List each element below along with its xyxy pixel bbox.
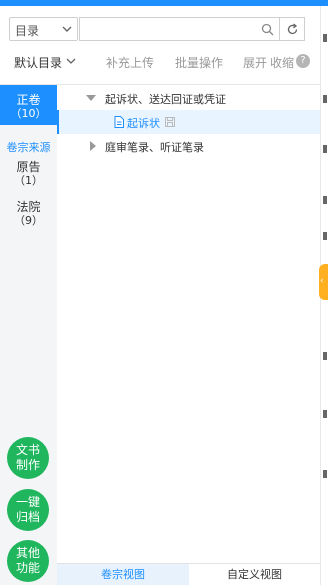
- chevron-down-icon[interactable]: [66, 57, 76, 65]
- directory-tree: 起诉状、送达回证或凭证 起诉状 庭审笔录、听证笔录: [57, 85, 320, 563]
- search-icon[interactable]: [261, 23, 274, 36]
- edge-text-fragment: [323, 34, 327, 42]
- other-functions-button[interactable]: 其他 功能: [7, 540, 49, 582]
- fab-label-line2: 制作: [15, 458, 40, 472]
- edge-text-fragment: [323, 95, 327, 103]
- one-click-archive-button[interactable]: 一键 归档: [7, 489, 49, 531]
- tab-volume-view[interactable]: 卷宗视图: [57, 564, 189, 585]
- tree-node-label: 庭审笔录、听证笔录: [105, 141, 204, 154]
- sidebar-item-count: （10）: [10, 107, 47, 120]
- side-panel-handle[interactable]: ‹: [319, 264, 328, 300]
- selection-indicator: [57, 110, 59, 134]
- edge-text-fragment: [323, 196, 327, 204]
- document-create-button[interactable]: 文书 制作: [7, 437, 49, 479]
- scope-select-value: 目录: [15, 24, 40, 38]
- fab-label-line1: 一键: [15, 495, 40, 509]
- toolbar: 默认目录 补充上传 批量操作 展开 收缩 ?: [0, 52, 320, 72]
- sidebar-item-label: 原告: [16, 160, 41, 174]
- chevron-down-icon: [62, 26, 72, 32]
- tree-child-node[interactable]: 起诉状: [57, 110, 320, 134]
- sidebar-item-court[interactable]: 法院 （9）: [0, 200, 57, 228]
- search-row: 目录: [9, 17, 305, 41]
- top-accent-bar: [0, 0, 328, 6]
- sidebar-section-title: 卷宗来源: [6, 141, 51, 154]
- expand-toggle-icon[interactable]: [90, 141, 96, 151]
- refresh-button[interactable]: [279, 17, 305, 41]
- fab-label-line2: 归档: [15, 510, 40, 524]
- expand-button[interactable]: 展开: [243, 54, 267, 71]
- sidebar-item-plaintiff[interactable]: 原告 （1）: [0, 160, 57, 188]
- batch-button[interactable]: 批量操作: [175, 54, 223, 71]
- fab-label-line1: 其他: [15, 546, 40, 560]
- edge-text-fragment: [323, 145, 327, 153]
- edge-text-fragment: [323, 352, 327, 360]
- edge-text-fragment: [323, 410, 327, 418]
- fab-label-line1: 文书: [15, 443, 40, 457]
- save-icon[interactable]: [165, 117, 175, 127]
- scope-select[interactable]: 目录: [9, 17, 78, 41]
- tree-node-label: 起诉状、送达回证或凭证: [105, 93, 226, 106]
- sidebar-item-main-volume[interactable]: 正卷 （10）: [0, 85, 57, 125]
- refresh-icon: [287, 23, 298, 35]
- help-icon[interactable]: ?: [296, 54, 310, 68]
- search-input[interactable]: [79, 17, 281, 41]
- upload-button[interactable]: 补充上传: [106, 54, 154, 71]
- default-dir-dropdown[interactable]: 默认目录: [14, 54, 62, 71]
- view-tabs: 卷宗视图 自定义视图: [57, 563, 320, 585]
- tree-node[interactable]: 起诉状、送达回证或凭证: [57, 86, 320, 110]
- sidebar-item-count: （1）: [14, 174, 43, 187]
- fab-label-line2: 功能: [15, 561, 40, 575]
- edge-text-fragment: [323, 470, 327, 478]
- chevron-left-icon: ‹: [320, 276, 324, 286]
- document-icon: [114, 116, 124, 128]
- tab-custom-view[interactable]: 自定义视图: [189, 564, 320, 585]
- tree-node[interactable]: 庭审笔录、听证笔录: [57, 134, 320, 158]
- edge-text-fragment: [323, 232, 327, 240]
- sidebar-item-count: （9）: [14, 214, 43, 227]
- sidebar-item-label: 法院: [16, 200, 41, 214]
- collapse-button[interactable]: 收缩: [270, 54, 294, 71]
- tree-child-label: 起诉状: [127, 117, 160, 130]
- expand-toggle-icon[interactable]: [86, 95, 96, 101]
